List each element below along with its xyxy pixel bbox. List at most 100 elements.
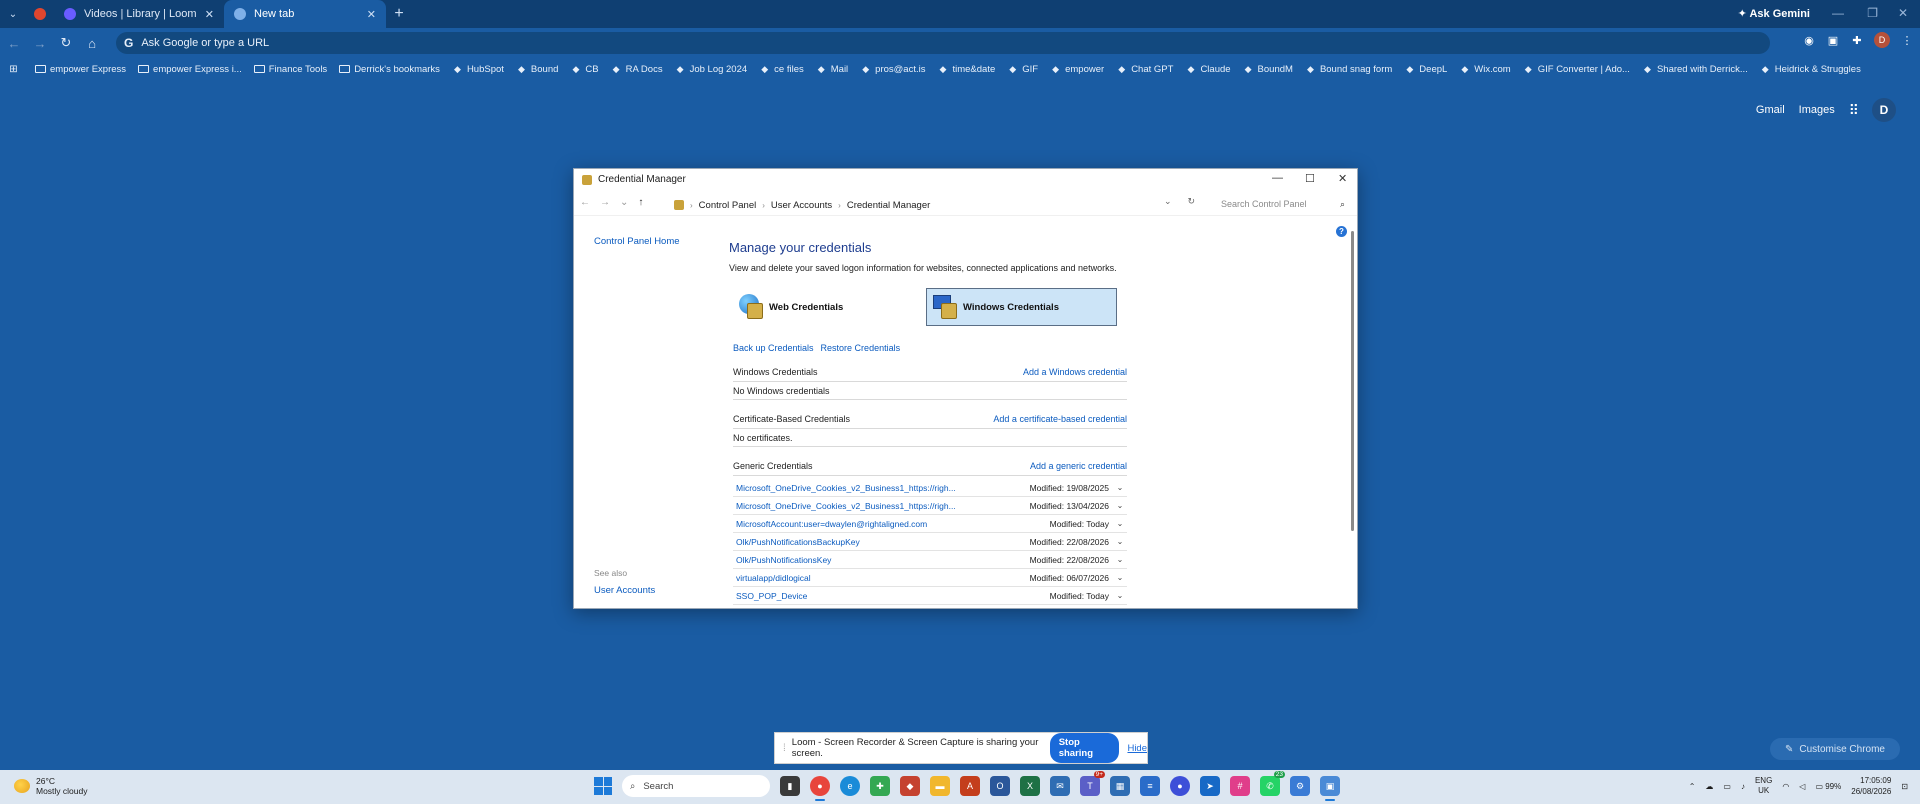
lens-icon[interactable]: ◉	[1802, 33, 1816, 47]
add-windows-credential-link[interactable]: Add a Windows credential	[1023, 367, 1127, 381]
cm-up-icon[interactable]: ↑	[638, 197, 643, 208]
bookmark-item[interactable]: ◆ time&date	[937, 64, 996, 75]
user-accounts-link[interactable]: User Accounts	[594, 585, 655, 596]
google-apps-icon[interactable]: ⠿	[1849, 102, 1859, 119]
restore-credentials-link[interactable]: Restore Credentials	[821, 343, 901, 353]
tab-new-tab[interactable]: New tab ✕	[224, 0, 386, 28]
menu-kebab-icon[interactable]: ⋮	[1900, 33, 1914, 47]
copilot-icon[interactable]: ✚	[870, 776, 890, 796]
clock[interactable]: 17:05:09 26/08/2026	[1851, 775, 1891, 797]
forward-icon[interactable]: →	[28, 31, 52, 55]
settings-icon[interactable]: ⚙	[1290, 776, 1310, 796]
calculator-icon[interactable]: ▦	[1110, 776, 1130, 796]
cm-minimize-icon[interactable]: —	[1272, 172, 1283, 184]
bookmark-item[interactable]: ◆ Mail	[816, 64, 848, 75]
cm-maximize-icon[interactable]: ☐	[1305, 172, 1315, 185]
tray-overflow-icon[interactable]: ⌃	[1689, 782, 1696, 791]
pinned-tab[interactable]	[26, 0, 54, 28]
bookmark-item[interactable]: Finance Tools	[253, 64, 327, 75]
expand-chevron-icon[interactable]: ⌄	[1113, 519, 1127, 528]
profile-avatar[interactable]: D	[1874, 32, 1890, 48]
whatsapp-icon[interactable]: ✆ 23	[1260, 771, 1285, 796]
start-button-icon[interactable]	[594, 777, 612, 795]
extensions-puzzle-icon[interactable]: ✚	[1850, 33, 1864, 47]
bookmark-item[interactable]: ◆ Wix.com	[1459, 64, 1510, 75]
microphone-icon[interactable]: ♪	[1741, 782, 1745, 791]
bookmark-item[interactable]: ◆ RA Docs	[611, 64, 663, 75]
notifications-icon[interactable]: ⊡	[1901, 782, 1908, 791]
bookmark-item[interactable]: Derrick's bookmarks	[339, 64, 440, 75]
language-indicator[interactable]: ENG UK	[1755, 776, 1772, 796]
cm-close-icon[interactable]: ✕	[1338, 172, 1347, 185]
bookmark-item[interactable]: ◆ CB	[570, 64, 598, 75]
customise-chrome-button[interactable]: ✎ Customise Chrome	[1770, 738, 1900, 760]
taskbar-search-input[interactable]: ⌕ Search	[622, 775, 770, 797]
new-tab-plus-icon[interactable]: +	[386, 0, 412, 28]
bookmark-item[interactable]: ◆ Job Log 2024	[675, 64, 748, 75]
minimize-icon[interactable]: —	[1832, 6, 1844, 20]
generic-credential-row[interactable]: SSO_POP_Device Modified: Today ⌄	[733, 587, 1127, 605]
expand-chevron-icon[interactable]: ⌄	[1113, 501, 1127, 510]
bookmark-item[interactable]: empower Express	[35, 64, 126, 75]
onedrive-icon[interactable]: ☁	[1705, 782, 1713, 791]
search-input[interactable]: Search Control Panel ⌕	[1211, 194, 1351, 214]
omnibox[interactable]: G Ask Google or type a URL	[116, 32, 1770, 54]
bookmark-item[interactable]: ◆ ce files	[759, 64, 804, 75]
outlook-icon[interactable]: O	[990, 776, 1010, 796]
credential-manager-taskbar-icon[interactable]: ▣	[1320, 776, 1340, 801]
generic-credential-row[interactable]: virtualapp/didlogical Modified: 06/07/20…	[733, 569, 1127, 587]
images-link[interactable]: Images	[1799, 104, 1835, 116]
drag-handle-icon[interactable]: ⁞	[783, 743, 786, 754]
control-panel-home-link[interactable]: Control Panel Home	[594, 236, 680, 247]
cm-recent-chevron-icon[interactable]: ⌄	[620, 197, 628, 208]
hide-link[interactable]: Hide	[1127, 743, 1147, 754]
apps-grid-icon[interactable]: ⊞	[8, 64, 23, 75]
file-explorer-icon[interactable]: ▬	[930, 776, 950, 796]
web-credentials-tab[interactable]: Web Credentials	[733, 288, 913, 326]
close-window-icon[interactable]: ✕	[1898, 6, 1908, 20]
backup-credentials-link[interactable]: Back up Credentials	[733, 343, 814, 353]
scrollbar[interactable]	[1351, 231, 1354, 531]
bookmark-item[interactable]: ◆ Bound	[516, 64, 558, 75]
windows-credentials-tab[interactable]: Windows Credentials	[926, 288, 1117, 326]
help-icon[interactable]: ?	[1336, 226, 1347, 237]
generic-credential-row[interactable]: Microsoft_OneDrive_Cookies_v2_Business1_…	[733, 497, 1127, 515]
breadcrumb-control-panel[interactable]: Control Panel	[699, 200, 757, 211]
notepad-icon[interactable]: ≡	[1140, 776, 1160, 796]
back-icon[interactable]: ←	[2, 31, 26, 55]
bookmark-item[interactable]: ◆ HubSpot	[452, 64, 504, 75]
generic-credential-row[interactable]: Olk/PushNotificationsKey Modified: 22/08…	[733, 551, 1127, 569]
acrobat-icon[interactable]: A	[960, 776, 980, 796]
home-icon[interactable]: ⌂	[80, 31, 104, 55]
task-view-icon[interactable]: ▮	[780, 776, 800, 796]
expand-chevron-icon[interactable]: ⌄	[1113, 555, 1127, 564]
zoom-icon[interactable]: ●	[1170, 776, 1190, 796]
bookmark-item[interactable]: ◆ Chat GPT	[1116, 64, 1173, 75]
slack-icon[interactable]: #	[1230, 776, 1250, 796]
bookmark-item[interactable]: ◆ Claude	[1185, 64, 1230, 75]
excel-icon[interactable]: X	[1020, 776, 1040, 796]
monitor-icon[interactable]: ▭	[1723, 782, 1731, 791]
bookmark-item[interactable]: ◆ Heidrick & Struggles	[1760, 64, 1861, 75]
bookmark-item[interactable]: empower Express i...	[138, 64, 242, 75]
app-red-icon[interactable]: ◆	[900, 776, 920, 796]
send-icon[interactable]: ➤	[1200, 776, 1220, 796]
tab-close-icon[interactable]: ✕	[205, 8, 214, 21]
breadcrumb-user-accounts[interactable]: User Accounts	[771, 200, 832, 211]
gmail-link[interactable]: Gmail	[1756, 104, 1785, 116]
stop-sharing-button[interactable]: Stop sharing	[1049, 733, 1120, 763]
ask-gemini-button[interactable]: ✦ Ask Gemini	[1738, 7, 1810, 20]
ntp-avatar[interactable]: D	[1872, 98, 1896, 122]
tab-loom-library[interactable]: Videos | Library | Loom ✕	[54, 0, 224, 28]
address-dropdown-icon[interactable]: ⌄	[1164, 196, 1172, 207]
expand-chevron-icon[interactable]: ⌄	[1113, 537, 1127, 546]
extension-loom-icon[interactable]: ▣	[1826, 33, 1840, 47]
chrome-icon[interactable]: ●	[810, 776, 830, 801]
wifi-icon[interactable]: ◠	[1782, 782, 1789, 791]
tab-search-chevron-icon[interactable]: ⌄	[0, 0, 26, 28]
generic-credential-row[interactable]: Olk/PushNotificationsBackupKey Modified:…	[733, 533, 1127, 551]
cm-forward-icon[interactable]: →	[600, 197, 610, 208]
weather-widget[interactable]: 26°C Mostly cloudy	[14, 776, 88, 796]
cm-back-icon[interactable]: ←	[580, 197, 590, 208]
bookmark-item[interactable]: ◆ empower	[1050, 64, 1104, 75]
